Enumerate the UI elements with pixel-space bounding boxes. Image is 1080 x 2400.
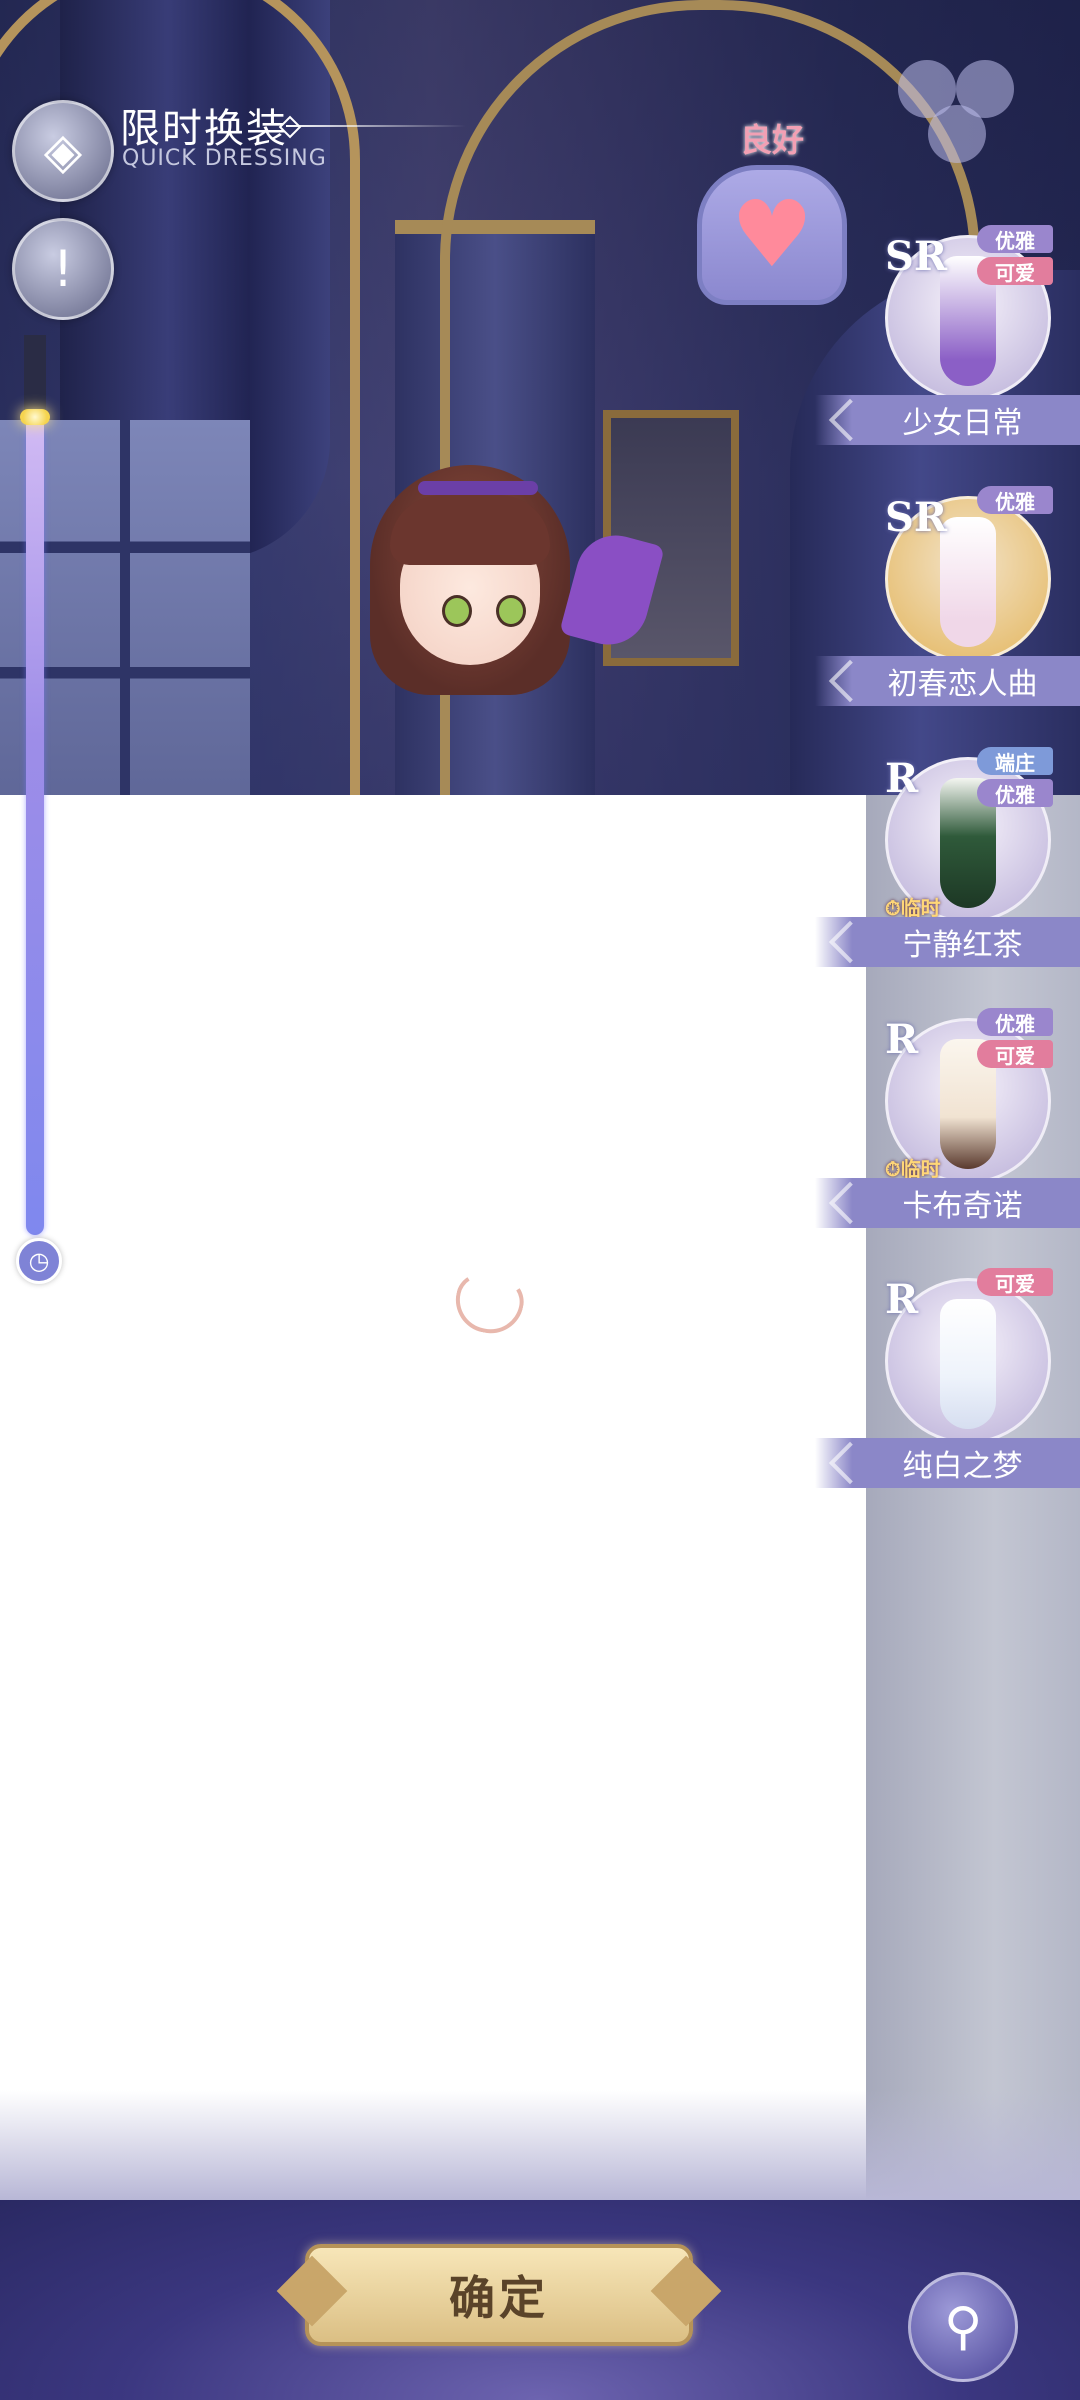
slider-handle[interactable] (20, 409, 50, 425)
hint-button[interactable]: ⚲ (908, 2272, 1018, 2382)
rarity-badge: SR (885, 233, 948, 280)
bottom-fade (0, 2090, 1080, 2200)
page-subtitle: QUICK DRESSING (122, 146, 327, 171)
tag-badge: 可爱 (977, 1040, 1053, 1068)
slider-track[interactable] (26, 415, 44, 1235)
rarity-badge: R (885, 1276, 919, 1323)
character-eye-right (496, 595, 526, 627)
tag-badge: 端庄 (977, 747, 1053, 775)
title-line-ornament (286, 125, 466, 127)
tag-badge: 可爱 (977, 1268, 1053, 1296)
rarity-badge: R (885, 755, 919, 802)
character-hands (449, 1268, 529, 1340)
rarity-badge: SR (885, 494, 948, 541)
diamond-back-icon: ◈ (43, 122, 83, 180)
outfit-tags: 端庄 优雅 (977, 747, 1053, 807)
confirm-button[interactable]: 确定 (305, 2244, 693, 2346)
tag-badge: 可爱 (977, 257, 1053, 285)
character-eye-left (442, 595, 472, 627)
dress-icon (940, 1299, 996, 1429)
character-headband (418, 481, 538, 495)
outfit-card[interactable]: SR 优雅 可爱 少女日常 (815, 225, 1080, 445)
back-button[interactable]: ◈ (12, 100, 114, 202)
tag-badge: 优雅 (977, 486, 1053, 514)
outfit-tags: 优雅 可爱 (977, 225, 1053, 285)
tag-badge: 优雅 (977, 1008, 1053, 1036)
tag-badge: 优雅 (977, 225, 1053, 253)
outfit-card[interactable]: R 端庄 优雅 ⏱临时 宁静红茶 (815, 747, 1080, 967)
outfit-card[interactable]: SR 优雅 初春恋人曲 (815, 486, 1080, 706)
clover-icon[interactable] (898, 60, 1026, 180)
dress-icon (940, 517, 996, 647)
info-button[interactable]: ! (12, 218, 114, 320)
character-bow (559, 526, 665, 654)
clock-icon[interactable]: ◷ (16, 1238, 62, 1284)
key-icon: ⚲ (943, 2297, 983, 2357)
outfit-panel-background (866, 795, 1080, 2200)
time-slider[interactable] (20, 335, 50, 1240)
tag-badge: 优雅 (977, 779, 1053, 807)
rarity-badge: R (885, 1016, 919, 1063)
character[interactable] (300, 465, 710, 795)
outfit-card[interactable]: R 优雅 可爱 ⏱临时 卡布奇诺 (815, 1008, 1080, 1228)
mood-label: 良好 (739, 121, 804, 159)
outfit-tags: 可爱 (977, 1268, 1053, 1296)
exclamation-icon: ! (52, 240, 74, 298)
character-bangs (390, 495, 550, 565)
slider-track-top (24, 335, 46, 415)
outfit-card[interactable]: R 可爱 纯白之梦 (815, 1268, 1080, 1488)
outfit-tags: 优雅 可爱 (977, 1008, 1053, 1068)
outfit-tags: 优雅 (977, 486, 1053, 514)
